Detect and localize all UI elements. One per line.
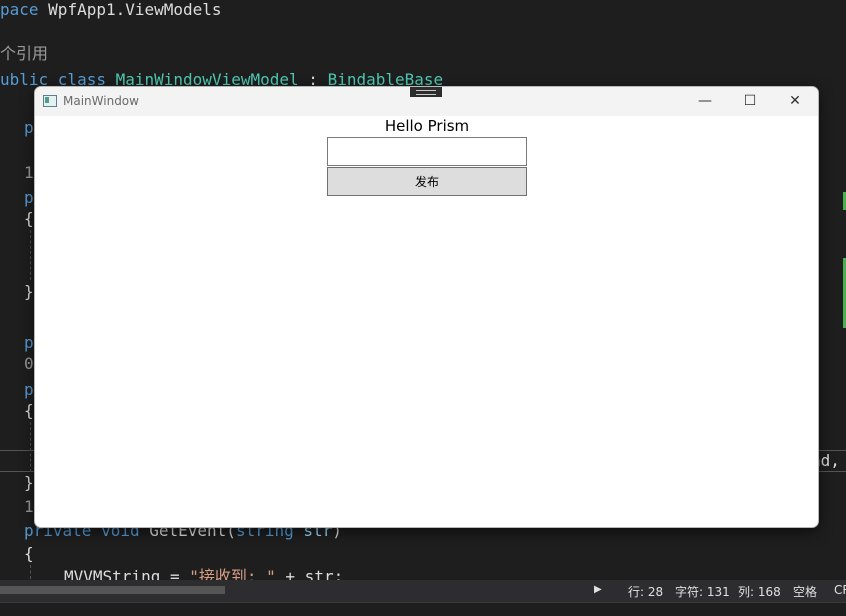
code-fragment: 1 <box>24 497 34 516</box>
maximize-button[interactable]: ☐ <box>730 87 770 116</box>
indent-guide <box>30 230 31 280</box>
status-whitespace[interactable]: 空格 <box>793 583 817 600</box>
status-encoding[interactable]: CR <box>834 583 846 597</box>
publish-button[interactable]: 发布 <box>327 167 527 196</box>
app-icon <box>43 95 57 107</box>
window-titlebar[interactable]: MainWindow — ☐ ✕ <box>35 87 818 116</box>
code-fragment: { <box>24 544 34 563</box>
assign-rest: + str; <box>275 567 344 580</box>
minimize-button[interactable]: — <box>685 87 725 116</box>
code-fragment: p <box>24 333 34 352</box>
code-fragment: p <box>24 118 34 137</box>
main-window: MainWindow — ☐ ✕ Hello Prism 发布 <box>34 86 819 528</box>
status-col[interactable]: 列: 168 <box>738 583 781 600</box>
assign-string: "接收到: " <box>189 567 276 580</box>
code-fragment: 1 <box>24 163 34 182</box>
message-input[interactable] <box>327 137 527 166</box>
indent-guide <box>30 565 31 579</box>
code-fragment: } <box>24 473 34 492</box>
close-button[interactable]: ✕ <box>775 87 815 116</box>
code-fragment: { <box>24 401 34 420</box>
horizontal-scrollbar[interactable] <box>0 586 225 594</box>
code-fragment: p <box>24 380 34 399</box>
status-bar: ▶ 行: 28 字符: 131 列: 168 空格 CR <box>0 580 846 602</box>
hello-label: Hello Prism <box>384 117 470 135</box>
namespace-keyword: pace <box>0 0 39 19</box>
debug-toolbar-grip-icon[interactable] <box>410 87 442 97</box>
scroll-right-icon[interactable]: ▶ <box>594 584 602 595</box>
bottom-panel-edge <box>0 602 846 616</box>
reference-count[interactable]: 个引用 <box>0 44 48 63</box>
assign-target: MVVMString = <box>64 567 190 580</box>
status-char[interactable]: 字符: 131 <box>675 583 730 600</box>
status-line[interactable]: 行: 28 <box>628 583 663 600</box>
window-title: MainWindow <box>63 94 139 108</box>
code-fragment: p <box>24 188 34 207</box>
code-fragment: } <box>24 282 34 301</box>
namespace-name: WpfApp1.ViewModels <box>48 0 222 19</box>
code-fragment: 0 <box>24 354 34 373</box>
code-fragment: { <box>24 209 34 228</box>
